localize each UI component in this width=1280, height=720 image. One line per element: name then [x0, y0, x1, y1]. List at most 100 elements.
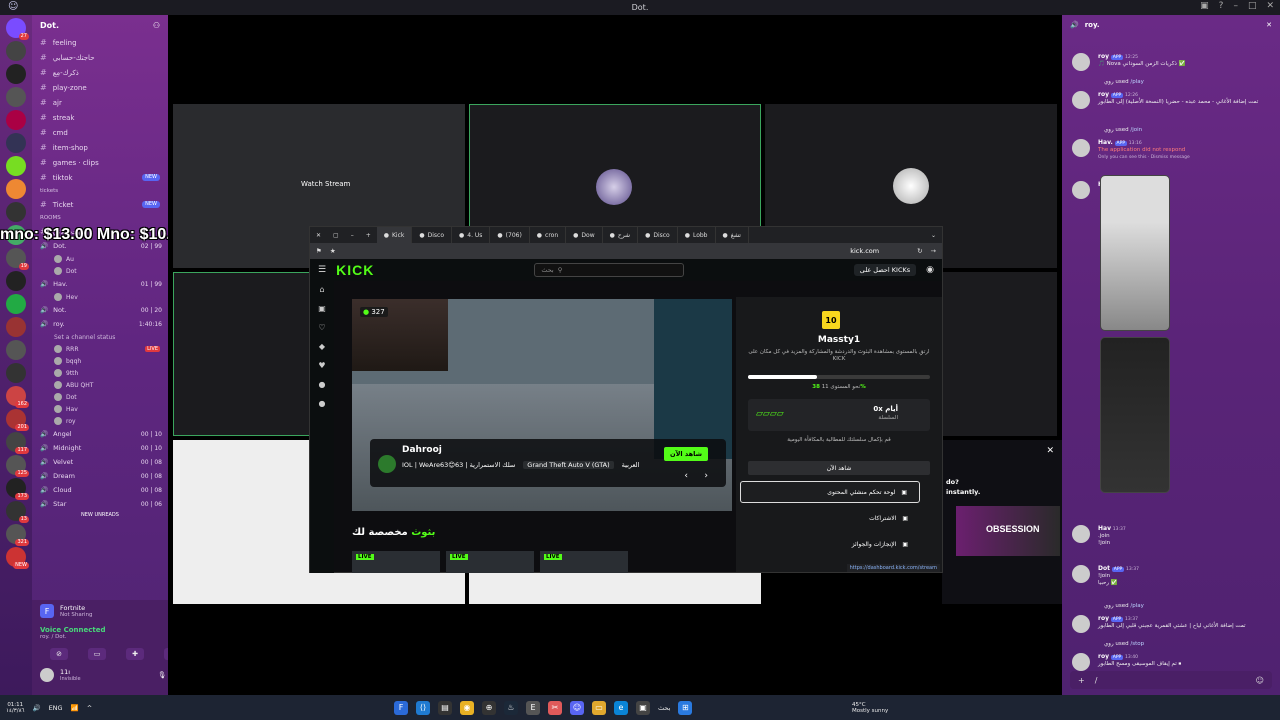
- chat-message[interactable]: Hav 13:37 .join !join: [1072, 525, 1272, 547]
- tickets-category[interactable]: tickets: [32, 185, 168, 197]
- sidebar-channel[interactable]: # ajr: [32, 95, 168, 110]
- steam-icon[interactable]: ♨: [504, 700, 518, 715]
- rooms-category[interactable]: ROOMS: [32, 212, 168, 224]
- browser-tab[interactable]: ● Kick: [376, 227, 413, 243]
- restore-icon[interactable]: ▢: [327, 232, 345, 239]
- server-icon[interactable]: [6, 156, 26, 176]
- user-name[interactable]: roy: [1098, 615, 1109, 622]
- sidebar-channel[interactable]: # play-zone: [32, 80, 168, 95]
- user-name[interactable]: Dot: [1098, 565, 1110, 572]
- ad-banner[interactable]: OBSESSION: [956, 506, 1060, 556]
- channel-status[interactable]: Set a channel status: [32, 331, 168, 343]
- add-attachment-icon[interactable]: +: [1078, 676, 1085, 685]
- avatar[interactable]: [1072, 91, 1090, 109]
- sidebar-channel[interactable]: # streak: [32, 110, 168, 125]
- browser-tab[interactable]: ● Dow: [566, 227, 603, 243]
- browser-tab[interactable]: ● شرح: [603, 227, 639, 243]
- xbox-icon[interactable]: ⊕: [482, 700, 496, 715]
- featured-stream[interactable]: ● 327 Dahrooj IOL | WeAre63😊63 | سلك الا…: [352, 299, 732, 511]
- following-icon[interactable]: ♡: [318, 323, 325, 332]
- app-icon-2[interactable]: ▣: [636, 700, 650, 715]
- stream-thumbnail[interactable]: LIVE: [446, 551, 534, 573]
- help-icon[interactable]: ?: [1219, 1, 1224, 11]
- server-icon[interactable]: 27: [6, 18, 29, 40]
- minimize-window-icon[interactable]: –: [345, 232, 360, 239]
- avatar[interactable]: [1072, 181, 1090, 199]
- slash-command[interactable]: /play: [1130, 79, 1144, 85]
- stream-thumbnail[interactable]: LIVE: [540, 551, 628, 573]
- avatar[interactable]: [1072, 53, 1090, 71]
- user-name[interactable]: Hav: [1098, 525, 1111, 532]
- server-icon[interactable]: 321: [6, 524, 29, 546]
- clock-time[interactable]: 01:11: [6, 702, 24, 708]
- close-icon[interactable]: ✕: [1266, 1, 1274, 11]
- user-name[interactable]: Hav.: [1098, 139, 1113, 146]
- voice-member[interactable]: ABU QHT: [32, 379, 168, 391]
- extensions-icon[interactable]: ⚑: [316, 247, 322, 255]
- back-icon[interactable]: →: [931, 247, 936, 255]
- browser-tab[interactable]: ● تشغ: [716, 227, 749, 243]
- server-icon[interactable]: 117: [6, 432, 29, 454]
- sidebar-channel[interactable]: # games · clips: [32, 155, 168, 170]
- store-icon[interactable]: ◆: [319, 342, 325, 351]
- channel-avatar-icon[interactable]: ●: [319, 380, 326, 389]
- voice-member[interactable]: Hev: [32, 291, 168, 303]
- wifi-icon[interactable]: 📶: [71, 704, 79, 712]
- chat-message[interactable]: روي used /play: [1072, 79, 1272, 86]
- avatar[interactable]: [1072, 525, 1090, 543]
- mic-icon[interactable]: 🎙: [158, 671, 166, 679]
- maximize-icon[interactable]: □: [1248, 1, 1257, 11]
- image-attachment-2[interactable]: [1100, 337, 1170, 493]
- star-icon[interactable]: ★: [330, 247, 336, 255]
- language-indicator[interactable]: ENG: [49, 704, 63, 712]
- server-icon[interactable]: [6, 64, 26, 84]
- browser-tab[interactable]: ● (706): [490, 227, 530, 243]
- voice-room[interactable]: 🔊 Angel 00 | 10: [32, 427, 168, 441]
- server-icon[interactable]: [6, 202, 26, 222]
- kick-logo[interactable]: KICK: [336, 262, 374, 278]
- chat-input[interactable]: + / ☺: [1070, 671, 1272, 689]
- home-icon[interactable]: ⌂: [319, 285, 324, 294]
- taskbar-search[interactable]: بحث: [658, 704, 670, 712]
- sidebar-channel[interactable]: # tiktok NEW: [32, 170, 168, 185]
- edge-icon[interactable]: e: [614, 700, 628, 715]
- image-attachment[interactable]: [1100, 175, 1170, 331]
- tray-arrow-icon[interactable]: ^: [87, 704, 92, 712]
- chat-message[interactable]: Hav. APP 13:16 The application did not re…: [1072, 139, 1272, 161]
- files-icon[interactable]: F: [394, 700, 408, 715]
- slash-command[interactable]: /stop: [1130, 641, 1144, 647]
- avatar[interactable]: [40, 668, 54, 682]
- new-tab-icon[interactable]: +: [360, 232, 377, 239]
- voice-member[interactable]: bqqh: [32, 355, 168, 367]
- panel-menu-item[interactable]: الاشتراكات ▣: [740, 507, 920, 529]
- sidebar-channel[interactable]: # حاجتك-حسابي: [32, 50, 168, 65]
- epic-icon[interactable]: E: [526, 700, 540, 715]
- slash-command[interactable]: /play: [1130, 603, 1144, 609]
- user-name[interactable]: roy: [1098, 91, 1109, 98]
- chat-message[interactable]: روي used /play: [1072, 603, 1272, 610]
- profile-icon[interactable]: ◉: [926, 265, 934, 275]
- browser-tab[interactable]: ● Lobb: [678, 227, 716, 243]
- screen-share-icon[interactable]: ▭: [88, 648, 106, 660]
- close-window-icon[interactable]: ✕: [310, 232, 327, 239]
- voice-room[interactable]: 🔊 Star 00 | 06: [32, 497, 168, 511]
- next-arrow-icon[interactable]: ›: [704, 471, 708, 481]
- chrome-icon[interactable]: ◉: [460, 700, 474, 715]
- reload-icon[interactable]: ↻: [917, 247, 922, 255]
- url-field[interactable]: kick.com: [850, 247, 879, 255]
- server-icon[interactable]: 173: [6, 478, 29, 500]
- stream-info-card[interactable]: Dahrooj IOL | WeAre63😊63 | سلك الاستمرار…: [370, 439, 726, 487]
- get-kicks-button[interactable]: احصل على KICKs: [853, 264, 917, 276]
- slash-command[interactable]: /join: [1130, 127, 1142, 133]
- avatar[interactable]: [1072, 139, 1090, 157]
- panel-menu-item[interactable]: الإنجازات والجوائز ▣: [740, 533, 920, 555]
- add-friend-icon[interactable]: ⚇: [153, 21, 160, 30]
- voice-room[interactable]: 🔊 Hav. 01 | 99: [32, 277, 168, 291]
- folder-icon[interactable]: ▭: [592, 700, 606, 715]
- capcut-icon[interactable]: ✂: [548, 700, 562, 715]
- server-icon[interactable]: [6, 87, 26, 107]
- chat-message[interactable]: Dot APP 13:37 !join رحبيا ✅: [1072, 565, 1272, 587]
- user-name[interactable]: roy: [1098, 53, 1109, 60]
- start-icon[interactable]: ⊞: [678, 700, 693, 715]
- weather-widget[interactable]: 45°C Mostly sunny: [852, 702, 888, 714]
